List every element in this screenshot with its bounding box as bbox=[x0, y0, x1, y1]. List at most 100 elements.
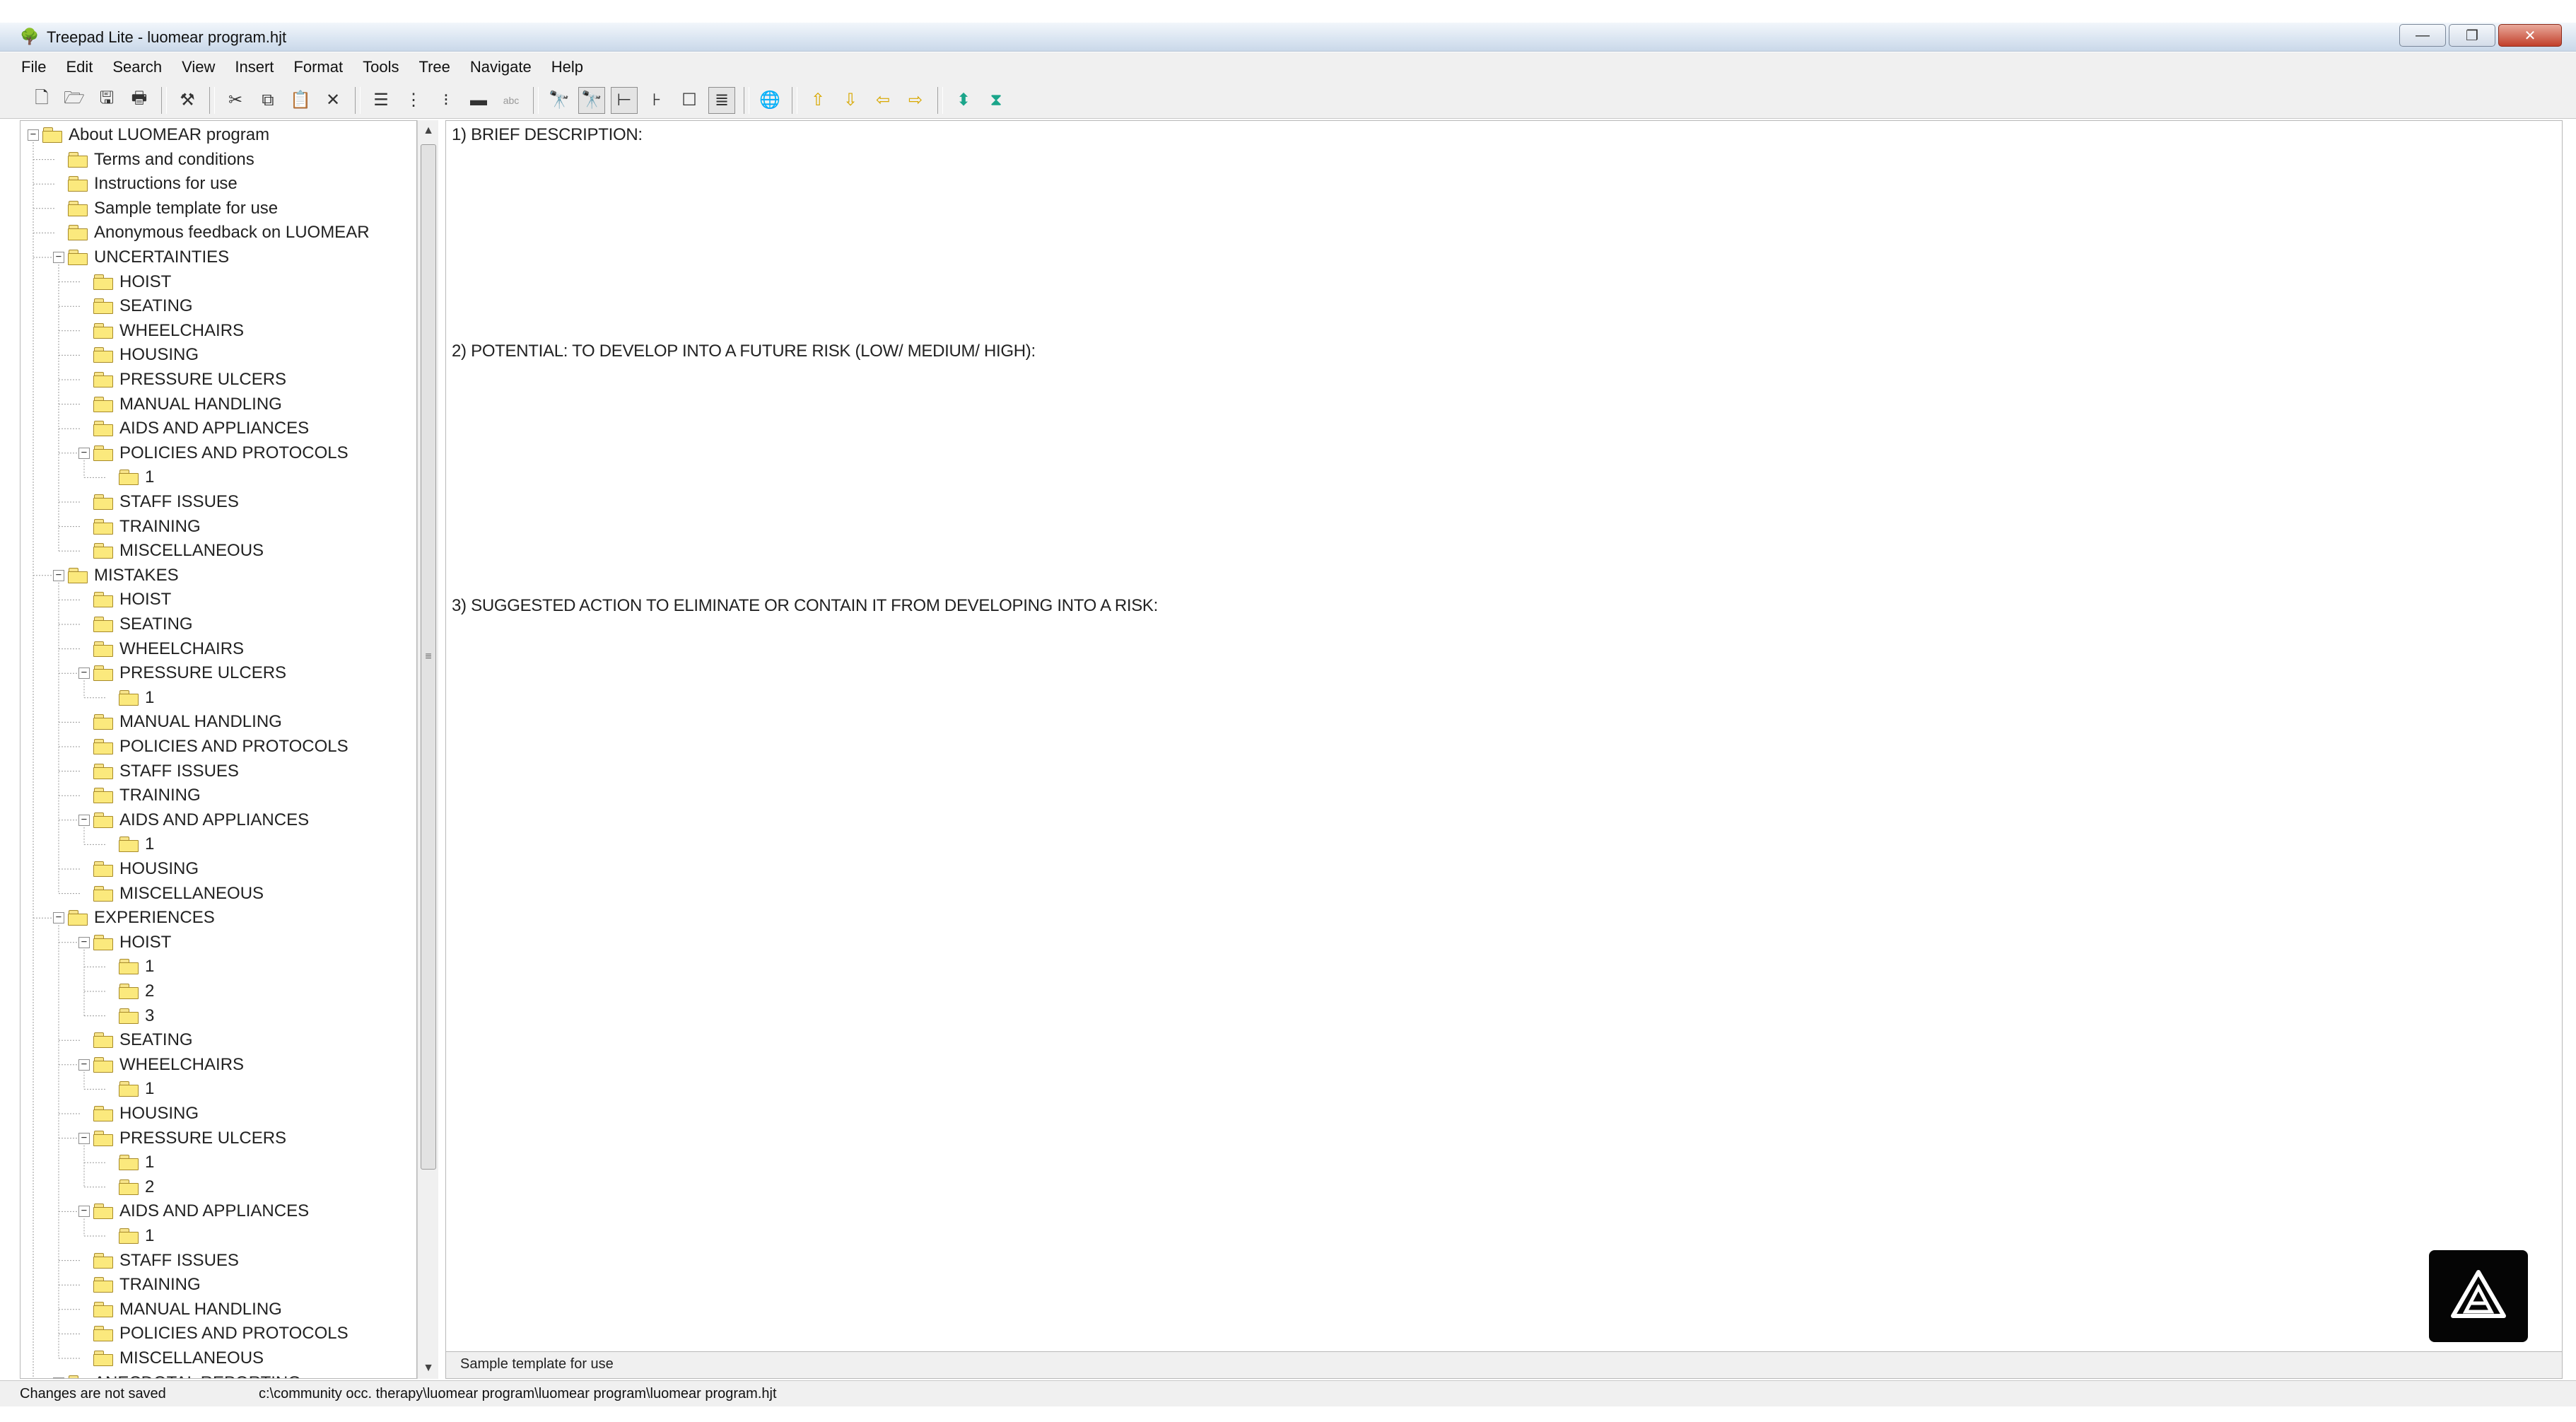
move-up-button[interactable]: ⇧ bbox=[804, 87, 831, 114]
scroll-up-arrow-icon[interactable]: ▲ bbox=[418, 120, 439, 141]
tree-node[interactable]: − AIDS AND APPLIANCES bbox=[78, 1200, 309, 1223]
open-button[interactable]: 🗁 bbox=[61, 87, 88, 114]
close-button[interactable]: ✕ bbox=[2498, 24, 2562, 47]
expand-all-button[interactable]: ⊢ bbox=[611, 86, 638, 114]
find-button[interactable]: 🔭 bbox=[546, 87, 573, 114]
tree-node[interactable]: Terms and conditions bbox=[53, 148, 254, 171]
collapse-toggle-icon[interactable]: − bbox=[53, 912, 64, 924]
tree-node[interactable]: POLICIES AND PROTOCOLS bbox=[78, 735, 349, 758]
collapse-toggle-icon[interactable]: − bbox=[53, 569, 64, 581]
tree-node[interactable]: 1 bbox=[104, 466, 154, 489]
copy-button[interactable]: ⧉ bbox=[254, 87, 281, 114]
collapse-toggle-icon[interactable]: − bbox=[78, 1132, 90, 1144]
tree-node[interactable]: STAFF ISSUES bbox=[78, 491, 239, 513]
properties-button[interactable]: ≣ bbox=[708, 86, 735, 114]
tree-node[interactable]: − WHEELCHAIRS bbox=[78, 1054, 244, 1076]
tree-node[interactable]: MISCELLANEOUS bbox=[78, 882, 264, 905]
menu-search[interactable]: Search bbox=[112, 58, 162, 76]
menu-tools[interactable]: Tools bbox=[363, 58, 399, 76]
tree-node[interactable]: PRESSURE ULCERS bbox=[78, 368, 286, 391]
menu-file[interactable]: File bbox=[21, 58, 46, 76]
delete-node-button[interactable]: ▬ bbox=[465, 87, 492, 114]
tree-node[interactable]: − PRESSURE ULCERS bbox=[78, 1127, 286, 1150]
tree-node[interactable]: − PRESSURE ULCERS bbox=[78, 662, 286, 684]
tree-node[interactable]: TRAINING bbox=[78, 515, 201, 538]
tree-node[interactable]: 1 bbox=[104, 1151, 154, 1174]
tree-node[interactable]: 1 bbox=[104, 833, 154, 856]
insert-sibling-button[interactable]: ⁝ bbox=[433, 87, 459, 114]
tree-node[interactable]: 2 bbox=[104, 980, 154, 1003]
insert-child-button[interactable]: ⋮ bbox=[400, 87, 427, 114]
tree-scrollbar[interactable]: ▲ ≡ ▼ bbox=[417, 120, 438, 1379]
menu-navigate[interactable]: Navigate bbox=[470, 58, 532, 76]
tree-node[interactable]: MANUAL HANDLING bbox=[78, 393, 282, 416]
tree-node[interactable]: − About LUOMEAR program bbox=[28, 124, 269, 146]
collapse-toggle-icon[interactable]: − bbox=[78, 447, 90, 459]
tree-node[interactable]: 1 bbox=[104, 955, 154, 978]
tree-node[interactable]: 1 bbox=[104, 1078, 154, 1100]
move-left-button[interactable]: ⇦ bbox=[870, 87, 896, 114]
move-down-button[interactable]: ⇩ bbox=[837, 87, 864, 114]
tree-node[interactable]: 3 bbox=[104, 1005, 154, 1027]
tree-node[interactable]: POLICIES AND PROTOCOLS bbox=[78, 1322, 349, 1345]
tree-node[interactable]: SEATING bbox=[78, 1029, 193, 1051]
tree-node[interactable]: 1 bbox=[104, 687, 154, 709]
menu-tree[interactable]: Tree bbox=[418, 58, 450, 76]
tree-node[interactable]: TRAINING bbox=[78, 1274, 201, 1296]
tree-node[interactable]: HOUSING bbox=[78, 858, 199, 880]
tree-node[interactable]: 2 bbox=[104, 1176, 154, 1199]
scroll-down-arrow-icon[interactable]: ▼ bbox=[418, 1358, 439, 1379]
tree-node[interactable]: − AIDS AND APPLIANCES bbox=[78, 809, 309, 832]
tree-node[interactable]: − UNCERTAINTIES bbox=[53, 246, 229, 269]
sort-button[interactable]: ⬍ bbox=[950, 87, 977, 114]
tree-node[interactable]: HOUSING bbox=[78, 1102, 199, 1125]
tree-panel[interactable]: − About LUOMEAR program Terms and conditio… bbox=[20, 120, 417, 1379]
tree-node[interactable]: − MISTAKES bbox=[53, 564, 179, 587]
tree-node[interactable]: SEATING bbox=[78, 295, 193, 317]
editor-pane[interactable]: 1) BRIEF DESCRIPTION: 2) POTENTIAL: TO D… bbox=[445, 120, 2563, 1352]
find-next-button[interactable]: 🔭 bbox=[578, 86, 605, 114]
tree-node[interactable]: WHEELCHAIRS bbox=[78, 638, 244, 660]
collapse-toggle-icon[interactable]: − bbox=[28, 129, 39, 141]
add-node-button[interactable]: ☰ bbox=[368, 87, 394, 114]
tree-node[interactable]: AIDS AND APPLIANCES bbox=[78, 417, 309, 440]
collapse-toggle-icon[interactable]: − bbox=[78, 814, 90, 826]
tree-node[interactable]: − EXPERIENCES bbox=[53, 907, 215, 929]
app-logo-badge[interactable] bbox=[2429, 1250, 2528, 1342]
collapse-toggle-icon[interactable]: − bbox=[78, 668, 90, 680]
tree-node[interactable]: − ANECDOTAL REPORTING bbox=[53, 1372, 301, 1378]
menu-insert[interactable]: Insert bbox=[235, 58, 274, 76]
tree-node[interactable]: Anonymous feedback on LUOMEAR bbox=[53, 221, 370, 244]
tree-node[interactable]: STAFF ISSUES bbox=[78, 760, 239, 783]
collapse-toggle-icon[interactable]: − bbox=[53, 252, 64, 263]
menu-edit[interactable]: Edit bbox=[66, 58, 93, 76]
tree-node[interactable]: TRAINING bbox=[78, 784, 201, 807]
tree-node[interactable]: HOUSING bbox=[78, 344, 199, 366]
cut-button[interactable]: ✂ bbox=[222, 87, 249, 114]
collapse-all-button[interactable]: ⊦ bbox=[643, 87, 670, 114]
tree-node[interactable]: MANUAL HANDLING bbox=[78, 1298, 282, 1321]
tree-node[interactable]: Instructions for use bbox=[53, 173, 238, 195]
tree-node[interactable]: MANUAL HANDLING bbox=[78, 711, 282, 733]
tree-node[interactable]: MISCELLANEOUS bbox=[78, 1347, 264, 1370]
tools-button[interactable]: ⚒ bbox=[174, 87, 201, 114]
menu-view[interactable]: View bbox=[182, 58, 215, 76]
tree-node[interactable]: HOIST bbox=[78, 271, 171, 293]
collapse-toggle-icon[interactable]: − bbox=[78, 1059, 90, 1071]
tree-node[interactable]: − HOIST bbox=[78, 931, 171, 954]
tree-node[interactable]: 1 bbox=[104, 1225, 154, 1247]
web-button[interactable]: 🌐 bbox=[756, 87, 783, 114]
save-button[interactable]: 🖫 bbox=[93, 87, 120, 114]
scroll-thumb[interactable]: ≡ bbox=[421, 144, 436, 1170]
collapse-toggle-icon[interactable]: − bbox=[53, 1377, 64, 1378]
node-box-button[interactable]: ☐ bbox=[676, 87, 703, 114]
new-file-button[interactable]: 🗋 bbox=[28, 87, 55, 114]
spellcheck-button[interactable]: abc bbox=[498, 87, 525, 114]
print-button[interactable]: 🖶 bbox=[126, 87, 153, 114]
tree-node[interactable]: MISCELLANEOUS bbox=[78, 540, 264, 562]
maximize-button[interactable]: ❐ bbox=[2449, 24, 2495, 47]
tree-node[interactable]: STAFF ISSUES bbox=[78, 1249, 239, 1272]
menu-help[interactable]: Help bbox=[551, 58, 583, 76]
hourglass-button[interactable]: ⧗ bbox=[983, 87, 1009, 114]
collapse-toggle-icon[interactable]: − bbox=[78, 936, 90, 948]
